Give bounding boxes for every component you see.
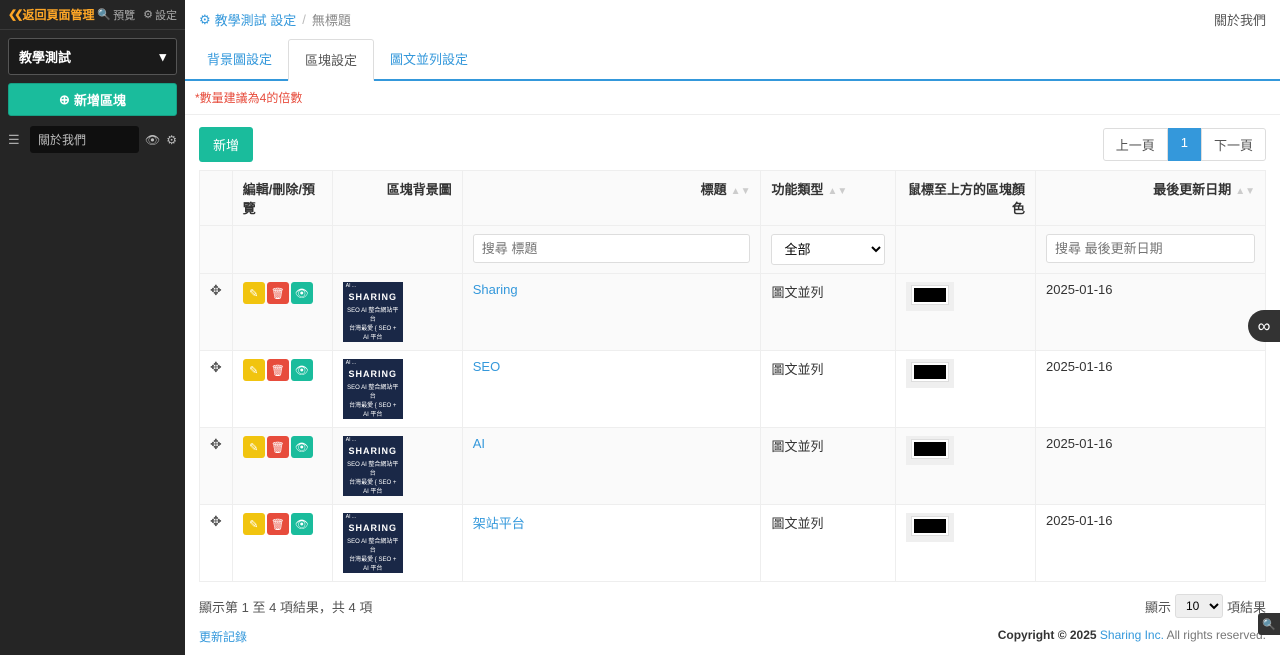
- plus-icon: ⊕: [59, 92, 70, 108]
- thumbnail: AI ...SHARINGSEO AI 整合網站平台台灣最愛 { SEO + A…: [343, 436, 403, 496]
- thumbnail: AI ...SHARINGSEO AI 整合網站平台台灣最愛 { SEO + A…: [343, 359, 403, 419]
- preview-button[interactable]: 👁: [291, 436, 313, 458]
- pager-next[interactable]: 下一頁: [1201, 128, 1266, 161]
- search-bubble[interactable]: 🔍: [1258, 613, 1280, 635]
- delete-button[interactable]: 🗑: [267, 282, 289, 304]
- row-date: 2025-01-16: [1046, 513, 1113, 528]
- breadcrumb-page-label: 教學測試 設定: [215, 10, 297, 29]
- delete-button[interactable]: 🗑: [267, 436, 289, 458]
- length-pre: 顯示: [1145, 597, 1171, 616]
- settings-link[interactable]: ⚙ 設定: [143, 7, 177, 23]
- row-title-link[interactable]: SEO: [473, 359, 500, 374]
- hamburger-icon[interactable]: ☰: [8, 132, 24, 148]
- edit-button[interactable]: ✎: [243, 359, 265, 381]
- copyright: Copyright © 2025 Sharing Inc. All rights…: [998, 628, 1266, 645]
- col-title[interactable]: 標題▲▼: [462, 171, 761, 226]
- col-move: [200, 171, 233, 226]
- search-icon: 🔍: [97, 8, 111, 21]
- thumbnail: AI ...SHARINGSEO AI 整合網站平台台灣最愛 { SEO + A…: [343, 282, 403, 342]
- about-link[interactable]: 關於我們: [1214, 10, 1266, 29]
- move-handle[interactable]: ✥: [210, 513, 222, 529]
- sort-icon: ▲▼: [1235, 189, 1255, 194]
- col-hover[interactable]: 鼠標至上方的區塊顏色: [896, 171, 1036, 226]
- brand-link[interactable]: Sharing Inc.: [1100, 628, 1164, 642]
- changelog-link[interactable]: 更新記錄: [199, 628, 247, 645]
- breadcrumb-page[interactable]: ⚙ 教學測試 設定: [199, 10, 296, 29]
- edit-button[interactable]: ✎: [243, 436, 265, 458]
- search-date-input[interactable]: [1046, 234, 1255, 263]
- row-func: 圖文並列: [771, 285, 823, 300]
- length-select[interactable]: 10: [1175, 594, 1223, 618]
- row-title-link[interactable]: Sharing: [473, 282, 518, 297]
- move-handle[interactable]: ✥: [210, 359, 222, 375]
- search-func-select[interactable]: 全部: [771, 234, 885, 265]
- table-info: 顯示第 1 至 4 項結果，共 4 項: [199, 597, 372, 616]
- edit-button[interactable]: ✎: [243, 513, 265, 535]
- breadcrumb-current: 無標題: [312, 10, 351, 29]
- color-swatch[interactable]: [906, 359, 954, 388]
- table-row: ✥ ✎🗑👁 AI ...SHARINGSEO AI 整合網站平台台灣最愛 { SEO…: [200, 428, 1266, 505]
- row-date: 2025-01-16: [1046, 282, 1113, 297]
- thumbnail: AI ...SHARINGSEO AI 整合網站平台台灣最愛 { SEO + A…: [343, 513, 403, 573]
- color-swatch[interactable]: [906, 513, 954, 542]
- move-handle[interactable]: ✥: [210, 282, 222, 298]
- table-row: ✥ ✎🗑👁 AI ...SHARINGSEO AI 整合網站平台台灣最愛 { SEO…: [200, 274, 1266, 351]
- page-select-label: 教學測試: [19, 47, 71, 66]
- infinity-bubble[interactable]: ∞: [1248, 310, 1280, 342]
- preview-label: 預覽: [113, 7, 135, 23]
- add-block-button[interactable]: ⊕ 新增區塊: [8, 83, 177, 116]
- preview-button[interactable]: 👁: [291, 513, 313, 535]
- table-row: ✥ ✎🗑👁 AI ...SHARINGSEO AI 整合網站平台台灣最愛 { SEO…: [200, 505, 1266, 582]
- back-link[interactable]: ❮❮ 返回頁面管理: [8, 6, 94, 23]
- col-date[interactable]: 最後更新日期▲▼: [1036, 171, 1266, 226]
- row-func: 圖文並列: [771, 439, 823, 454]
- sort-icon: ▲▼: [827, 189, 847, 194]
- tab-imgtext[interactable]: 圖文並列設定: [374, 39, 484, 79]
- row-func: 圖文並列: [771, 362, 823, 377]
- page-select[interactable]: 教學測試 ▾: [8, 38, 177, 75]
- gear-icon[interactable]: ⚙: [166, 133, 177, 147]
- tab-bg[interactable]: 背景圖設定: [191, 39, 288, 79]
- row-func: 圖文並列: [771, 516, 823, 531]
- hint-text: *數量建議為4的倍數: [185, 81, 1280, 115]
- row-title-link[interactable]: AI: [473, 436, 485, 451]
- gear-icon: ⚙: [199, 12, 211, 28]
- pager-prev[interactable]: 上一頁: [1103, 128, 1168, 161]
- color-swatch[interactable]: [906, 436, 954, 465]
- blocks-table: 編輯/刪除/預覽 區塊背景圖 標題▲▼ 功能類型▲▼ 鼠標至上方的區塊顏色 最後…: [199, 170, 1266, 582]
- back-label: 返回頁面管理: [22, 6, 94, 23]
- sidebar-item[interactable]: 關於我們: [30, 126, 139, 153]
- new-button[interactable]: 新增: [199, 127, 253, 162]
- breadcrumb-sep: /: [302, 12, 306, 27]
- delete-button[interactable]: 🗑: [267, 359, 289, 381]
- table-row: ✥ ✎🗑👁 AI ...SHARINGSEO AI 整合網站平台台灣最愛 { SEO…: [200, 351, 1266, 428]
- color-swatch[interactable]: [906, 282, 954, 311]
- settings-label: 設定: [155, 7, 177, 23]
- edit-button[interactable]: ✎: [243, 282, 265, 304]
- move-handle[interactable]: ✥: [210, 436, 222, 452]
- add-block-label: 新增區塊: [74, 90, 126, 109]
- preview-link[interactable]: 🔍 預覽: [97, 7, 135, 23]
- sidebar-item-label: 關於我們: [38, 133, 86, 147]
- delete-button[interactable]: 🗑: [267, 513, 289, 535]
- preview-button[interactable]: 👁: [291, 282, 313, 304]
- gear-icon: ⚙: [143, 8, 153, 21]
- pager-page-1[interactable]: 1: [1168, 128, 1201, 161]
- row-date: 2025-01-16: [1046, 436, 1113, 451]
- col-bg[interactable]: 區塊背景圖: [332, 171, 462, 226]
- preview-button[interactable]: 👁: [291, 359, 313, 381]
- search-title-input[interactable]: [473, 234, 751, 263]
- tab-block[interactable]: 區塊設定: [288, 39, 374, 81]
- col-edit[interactable]: 編輯/刪除/預覽: [232, 171, 332, 226]
- col-func[interactable]: 功能類型▲▼: [761, 171, 896, 226]
- sort-icon: ▲▼: [731, 189, 751, 194]
- row-date: 2025-01-16: [1046, 359, 1113, 374]
- pager: 上一頁 1 下一頁: [1103, 128, 1266, 161]
- row-title-link[interactable]: 架站平台: [473, 516, 525, 531]
- eye-icon[interactable]: 👁: [145, 133, 160, 147]
- chevron-left-icon: ❮❮: [8, 8, 20, 21]
- chevron-down-icon: ▾: [159, 49, 166, 65]
